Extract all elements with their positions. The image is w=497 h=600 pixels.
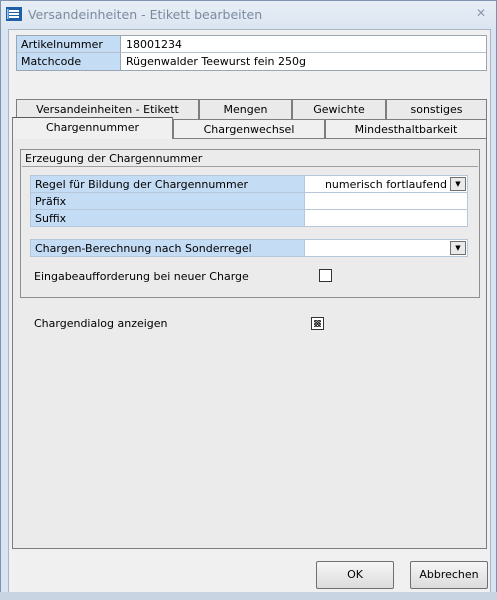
tab-chargenwechsel[interactable]: Chargenwechsel bbox=[173, 119, 325, 139]
tab-mengen[interactable]: Mengen bbox=[199, 99, 292, 119]
chargendialog-checkbox[interactable] bbox=[311, 317, 324, 330]
matchcode-value: Rügenwalder Teewurst fein 250g bbox=[121, 53, 486, 70]
dialog-window: Versandeinheiten - Etikett bearbeiten ✕ … bbox=[0, 0, 497, 600]
prompt-label: Eingabeaufforderung bei neuer Charge bbox=[34, 270, 249, 283]
rule-label: Regel für Bildung der Chargennummer bbox=[30, 175, 305, 193]
rule-row: Regel für Bildung der Chargennummer nume… bbox=[30, 175, 468, 193]
suffix-row: Suffix bbox=[30, 209, 468, 227]
special-rule-row: Chargen-Berechnung nach Sonderregel ▼ bbox=[30, 239, 468, 257]
article-number-row: Artikelnummer 18001234 bbox=[17, 36, 486, 53]
matchcode-row: Matchcode Rügenwalder Teewurst fein 250g bbox=[17, 53, 486, 70]
chevron-down-icon[interactable]: ▼ bbox=[450, 241, 466, 255]
close-icon[interactable]: ✕ bbox=[474, 6, 488, 20]
special-rule-select[interactable]: ▼ bbox=[305, 239, 468, 257]
tab-strip: Versandeinheiten - Etikett Mengen Gewich… bbox=[12, 99, 489, 139]
prompt-checkbox[interactable] bbox=[319, 269, 332, 282]
dialog-client: Artikelnummer 18001234 Matchcode Rügenwa… bbox=[8, 29, 491, 593]
prefix-label: Präfix bbox=[30, 192, 305, 210]
window-title: Versandeinheiten - Etikett bearbeiten bbox=[28, 7, 263, 22]
article-info-grid: Artikelnummer 18001234 Matchcode Rügenwa… bbox=[16, 35, 487, 71]
tab-chargennummer[interactable]: Chargennummer bbox=[12, 117, 173, 139]
tab-versandeinheiten-etikett[interactable]: Versandeinheiten - Etikett bbox=[16, 99, 199, 119]
taskbar-strip bbox=[0, 592, 497, 600]
tab-sonstiges[interactable]: sonstiges bbox=[386, 99, 487, 119]
rule-select[interactable]: numerisch fortlaufend ▼ bbox=[305, 175, 468, 193]
tab-panel-chargennummer: Erzeugung der Chargennummer Regel für Bi… bbox=[12, 138, 487, 549]
chevron-down-icon[interactable]: ▼ bbox=[450, 177, 466, 191]
tab-gewichte[interactable]: Gewichte bbox=[292, 99, 386, 119]
title-bar: Versandeinheiten - Etikett bearbeiten ✕ bbox=[1, 1, 496, 29]
tab-mindesthaltbarkeit[interactable]: Mindesthaltbarkeit bbox=[325, 119, 487, 139]
suffix-input[interactable] bbox=[305, 209, 468, 227]
app-icon bbox=[6, 7, 22, 21]
rule-select-value: numerisch fortlaufend bbox=[324, 178, 447, 191]
ok-button[interactable]: OK bbox=[316, 561, 394, 589]
prefix-input[interactable] bbox=[305, 192, 468, 210]
cancel-button[interactable]: Abbrechen bbox=[410, 561, 488, 589]
article-number-label: Artikelnummer bbox=[17, 36, 121, 52]
special-rule-label: Chargen-Berechnung nach Sonderregel bbox=[30, 239, 305, 257]
prefix-row: Präfix bbox=[30, 192, 468, 210]
article-number-value: 18001234 bbox=[121, 36, 486, 52]
chargendialog-label: Chargendialog anzeigen bbox=[34, 317, 168, 330]
group-chargennummer-erzeugung: Erzeugung der Chargennummer Regel für Bi… bbox=[20, 149, 480, 298]
suffix-label: Suffix bbox=[30, 209, 305, 227]
matchcode-label: Matchcode bbox=[17, 53, 121, 70]
group-title: Erzeugung der Chargennummer bbox=[22, 151, 478, 167]
